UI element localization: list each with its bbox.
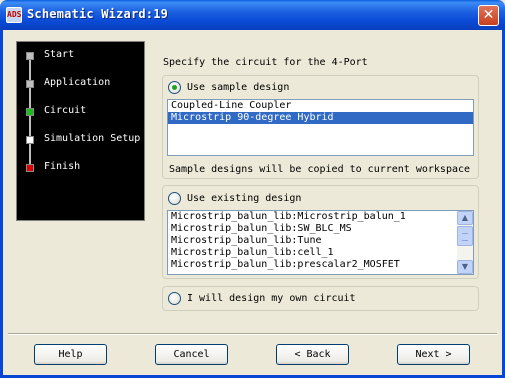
sample-design-list[interactable]: Coupled-Line Coupler Microstrip 90-degree… bbox=[167, 99, 474, 156]
sample-design-label[interactable]: Use sample design bbox=[187, 82, 289, 93]
step-marker-icon bbox=[26, 136, 34, 144]
back-button[interactable]: < Back bbox=[276, 344, 349, 365]
scroll-down-icon[interactable]: ▼ bbox=[457, 260, 473, 274]
list-item[interactable]: Coupled-Line Coupler bbox=[168, 100, 473, 112]
step-label: Start bbox=[44, 49, 75, 60]
instruction-text: Specify the circuit for the 4-Port bbox=[163, 57, 368, 68]
help-button[interactable]: Help bbox=[34, 344, 107, 365]
step-marker-icon bbox=[26, 108, 34, 116]
title-bar: ADS Schematic Wizard:19 ✕ bbox=[0, 0, 505, 30]
scroll-thumb[interactable] bbox=[457, 226, 473, 246]
list-item[interactable]: Microstrip_balun_lib:Tune bbox=[168, 235, 473, 247]
wizard-step: Finish bbox=[17, 157, 144, 173]
wizard-step: Start bbox=[17, 45, 144, 80]
list-item[interactable]: Microstrip_balun_lib:prescalar2_MOSFET bbox=[168, 259, 473, 271]
own-design-radio[interactable] bbox=[168, 292, 181, 305]
app-icon: ADS bbox=[6, 7, 22, 23]
step-marker-icon bbox=[26, 80, 34, 88]
existing-design-list[interactable]: Microstrip_balun_lib:Microstrip_balun_1 M… bbox=[167, 210, 474, 275]
existing-design-radio[interactable] bbox=[168, 192, 181, 205]
existing-design-group: Use existing design Microstrip_balun_lib… bbox=[162, 185, 479, 279]
existing-design-label[interactable]: Use existing design bbox=[187, 193, 301, 204]
window-title: Schematic Wizard:19 bbox=[27, 7, 169, 21]
cancel-button[interactable]: Cancel bbox=[155, 344, 228, 365]
wizard-steps-panel: Start Application Circuit Simulation Setup F… bbox=[16, 41, 145, 221]
step-marker-icon bbox=[26, 52, 34, 60]
scroll-up-icon[interactable]: ▲ bbox=[457, 211, 473, 225]
sample-design-note: Sample designs will be copied to current… bbox=[169, 164, 471, 175]
wizard-step: Application bbox=[17, 73, 144, 108]
window-frame-left bbox=[0, 30, 3, 378]
step-marker-icon bbox=[26, 164, 34, 172]
step-label: Finish bbox=[44, 161, 81, 172]
wizard-step: Simulation Setup bbox=[17, 129, 144, 164]
list-item[interactable]: Microstrip_balun_lib:SW_BLC_MS bbox=[168, 223, 473, 235]
existing-list-scrollbar[interactable]: ▲ ▼ bbox=[457, 211, 473, 274]
step-label: Simulation Setup bbox=[44, 133, 141, 144]
footer-separator bbox=[8, 333, 497, 335]
list-item[interactable]: Microstrip_balun_lib:Microstrip_balun_1 bbox=[168, 211, 473, 223]
own-design-group: I will design my own circuit bbox=[162, 286, 479, 311]
step-label: Application bbox=[44, 77, 111, 88]
list-item[interactable]: Microstrip 90-degree Hybrid bbox=[168, 112, 473, 124]
wizard-step: Circuit bbox=[17, 101, 144, 136]
close-button[interactable]: ✕ bbox=[478, 5, 499, 26]
step-label: Circuit bbox=[44, 105, 87, 116]
next-button[interactable]: Next > bbox=[397, 344, 470, 365]
list-item[interactable]: Microstrip_balun_lib:cell_1 bbox=[168, 247, 473, 259]
sample-design-radio[interactable] bbox=[168, 81, 181, 94]
own-design-label[interactable]: I will design my own circuit bbox=[187, 293, 356, 304]
